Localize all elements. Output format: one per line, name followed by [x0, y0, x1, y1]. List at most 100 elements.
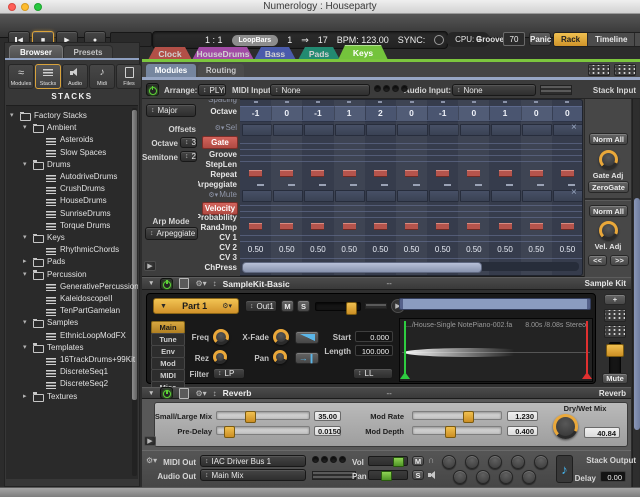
output-gear-icon[interactable]: ⚙▾ [146, 456, 157, 465]
tree-item-row[interactable]: DiscreteSeq1 [6, 366, 138, 378]
octave-step[interactable]: 1 [334, 106, 366, 120]
tree-item-row[interactable]: AutodriveDrums [6, 171, 138, 183]
slider-handle[interactable] [346, 302, 357, 315]
mute-step[interactable] [460, 190, 490, 202]
row-label-mute[interactable]: ⚙▾Mute [208, 190, 237, 199]
part-gear-icon[interactable]: ⚙▾ [222, 302, 232, 310]
chevron-down-icon[interactable]: ▾ [23, 232, 27, 244]
chevron-right-icon[interactable]: ▸ [23, 391, 27, 403]
sequencer-preview-button[interactable]: ▶ [144, 261, 156, 271]
drywet-value[interactable]: 40.84 [584, 427, 620, 438]
tree-item-row[interactable]: KaleidoscopeII [6, 293, 138, 305]
filter-type-dropdown[interactable]: LP [213, 368, 245, 379]
octave-step[interactable]: 0 [521, 106, 553, 120]
midi-monitor-button[interactable]: ♪ [556, 455, 573, 483]
norm-all-velocity-button[interactable]: Norm All [589, 205, 628, 217]
close-sel-row-icon[interactable]: × [571, 123, 577, 133]
end-marker-handle[interactable] [582, 372, 592, 379]
repeat-step[interactable] [561, 170, 574, 177]
octave-step[interactable]: 2 [365, 106, 397, 120]
output-knob[interactable] [522, 470, 536, 484]
randjmp-step[interactable] [405, 223, 418, 230]
stack-tab-keys[interactable]: Keys [338, 45, 388, 60]
rez-knob[interactable] [213, 350, 227, 364]
slider-handle[interactable] [463, 411, 474, 423]
part-collapse-icon[interactable]: ▼ [160, 303, 167, 310]
output-knob[interactable] [534, 455, 548, 469]
reorder-icon[interactable]: ↕ [213, 389, 217, 398]
tree-folder-row[interactable]: ▾Templates [6, 342, 138, 354]
tree-item-row[interactable]: EthnicLoopModFX [6, 330, 138, 342]
tree-item-row[interactable]: Slow Spaces [6, 147, 138, 159]
reverb-param-slider[interactable] [412, 426, 502, 435]
output-knob[interactable] [488, 455, 502, 469]
drywet-knob[interactable] [553, 414, 578, 439]
waveform-overview[interactable] [399, 298, 591, 310]
velocity-adjust-knob[interactable] [599, 221, 618, 240]
headphone-icon[interactable]: ∩ [428, 456, 434, 465]
gear-icon[interactable]: ⚙▾ [195, 389, 206, 398]
midi-input-dropdown[interactable]: None [270, 84, 370, 96]
randjmp-step[interactable] [311, 223, 324, 230]
arpeggiate-step[interactable] [413, 184, 420, 186]
chevron-down-icon[interactable]: ▾ [23, 122, 27, 134]
reverb-param-slider[interactable] [216, 426, 310, 435]
mute-step[interactable] [491, 190, 521, 202]
chevron-down-icon[interactable]: ▾ [23, 159, 27, 171]
mute-step[interactable] [304, 190, 334, 202]
part-grid-view-button-2[interactable] [604, 325, 626, 338]
sel-step[interactable] [522, 124, 552, 136]
slider-handle[interactable] [224, 426, 235, 438]
arpeggiate-step[interactable] [257, 184, 264, 186]
scrollbar-thumb[interactable] [634, 198, 640, 430]
envelope-shape-button[interactable] [295, 331, 319, 344]
part-grid-view-button[interactable] [604, 309, 626, 322]
tree-folder-row[interactable]: ▾Keys [6, 232, 138, 244]
tab-presets[interactable]: Presets [63, 45, 113, 59]
tree-item-row[interactable]: SunriseDrums [6, 208, 138, 220]
output-mute-button[interactable]: M [412, 456, 424, 466]
tree-item-row[interactable]: DiscreteSeq2 [6, 378, 138, 390]
slider-handle[interactable] [381, 471, 392, 481]
chevron-down-icon[interactable]: ▾ [23, 317, 27, 329]
slider-handle[interactable] [393, 457, 404, 467]
sidebar-button-midi[interactable]: Midi [89, 64, 115, 89]
sel-step[interactable] [304, 124, 334, 136]
chevron-down-icon[interactable]: ▾ [23, 342, 27, 354]
tree-folder-row[interactable]: ▾Factory Stacks [6, 110, 138, 122]
repeat-step[interactable] [343, 170, 356, 177]
randjmp-step[interactable] [467, 223, 480, 230]
octave-offset-dropdown[interactable]: 3 [180, 137, 197, 148]
reverb-param-value[interactable]: 35.00 [314, 411, 341, 421]
reverb-param-slider[interactable] [216, 411, 310, 420]
arpeggiate-step[interactable] [350, 184, 357, 186]
part-mute-button[interactable]: M [281, 300, 294, 312]
repeat-step[interactable] [249, 170, 262, 177]
midi-out-dropdown[interactable]: IAC Driver Bus 1 [200, 455, 306, 467]
repeat-step[interactable] [280, 170, 293, 177]
tree-item-row[interactable]: CrushDrums [6, 183, 138, 195]
repeat-step[interactable] [374, 170, 387, 177]
norm-all-gate-button[interactable]: Norm All [589, 133, 628, 145]
arp-mode-dropdown[interactable]: Arpeggiate [145, 227, 198, 240]
reverb-preview-button[interactable]: ▶ [144, 436, 156, 446]
output-knob[interactable] [499, 470, 513, 484]
tree-item-row[interactable]: RhythmicChords [6, 244, 138, 256]
add-part-button[interactable]: + [604, 294, 626, 305]
sample-end-marker[interactable] [586, 321, 588, 373]
chevron-right-icon[interactable]: ▸ [23, 256, 27, 268]
reverb-param-value[interactable]: 0.0150 [314, 426, 341, 436]
sel-step[interactable] [491, 124, 521, 136]
sidebar-button-audio[interactable]: Audio [62, 64, 88, 89]
module-power-button[interactable] [160, 278, 173, 290]
preset-file-icon[interactable] [179, 388, 189, 399]
gear-icon[interactable]: ⚙▾ [208, 192, 218, 199]
tree-folder-row[interactable]: ▾Samples [6, 317, 138, 329]
randjmp-step[interactable] [499, 223, 512, 230]
arrange-dropdown[interactable]: PLYL [198, 84, 226, 96]
collapse-icon[interactable]: ▼ [148, 280, 154, 287]
octave-step[interactable]: 0 [271, 106, 303, 120]
arpeggiate-step[interactable] [475, 184, 482, 186]
preset-file-icon[interactable] [179, 278, 189, 289]
mute-step[interactable] [397, 190, 427, 202]
